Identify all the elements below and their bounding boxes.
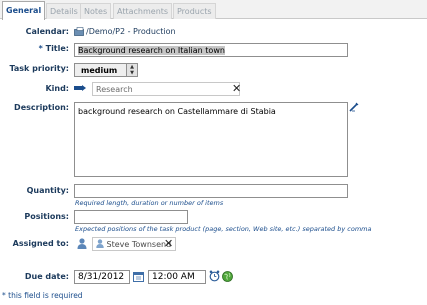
alarm-clock-icon[interactable] [209, 270, 220, 282]
quantity-label: Quantity: [26, 186, 69, 195]
description-value: background research on Castellammare di … [78, 107, 276, 116]
timezone-globe-icon[interactable] [222, 271, 233, 282]
assignee-person-icon [96, 239, 104, 248]
quantity-hint: Required length, duration or number of i… [75, 199, 224, 207]
calendar-icon[interactable] [133, 271, 144, 282]
updown-icon[interactable]: ▲ ▼ [126, 64, 137, 76]
tab-general[interactable]: General [2, 1, 46, 20]
tab-notes[interactable]: Notes [80, 3, 112, 19]
tab-products[interactable]: Products [173, 3, 216, 19]
kind-tag-icon [74, 85, 86, 91]
kind-value: Research [96, 85, 133, 94]
assigned-label: Assigned to: [12, 239, 69, 248]
title-label: * Title: [39, 44, 69, 53]
title-value: Background research on Italian town [78, 46, 225, 55]
due-date-input[interactable]: 8/31/2012 [74, 270, 130, 284]
due-time-input[interactable]: 12:00 AM [148, 270, 206, 284]
calendar-label: Calendar: [25, 27, 69, 36]
title-label-text: Title: [45, 44, 69, 53]
positions-label: Positions: [24, 212, 69, 221]
kind-field[interactable]: Research [92, 82, 240, 96]
due-label: Due date: [24, 272, 69, 281]
quantity-input[interactable] [74, 184, 348, 198]
positions-hint: Expected positions of the task product (… [75, 225, 372, 233]
assignee-remove-icon[interactable]: ✕ [164, 237, 173, 250]
kind-label: Kind: [45, 84, 69, 93]
tab-details[interactable]: Details [46, 3, 82, 19]
priority-select[interactable]: medium ▲ ▼ [74, 63, 138, 77]
required-note: * this field is required [2, 291, 83, 300]
priority-label: Task priority: [9, 64, 69, 73]
title-input[interactable]: Background research on Italian town [74, 43, 348, 57]
kind-clear-icon[interactable]: ✕ [232, 82, 241, 95]
description-label: Description: [14, 103, 69, 112]
tab-attachments[interactable]: Attachments [113, 3, 173, 19]
person-icon [77, 238, 87, 249]
calendar-folder-icon [74, 27, 84, 36]
edit-pencil-icon[interactable] [349, 102, 359, 112]
priority-value: medium [81, 66, 118, 75]
required-mark: * [38, 44, 43, 53]
calendar-path[interactable]: /Demo/P2 - Production [86, 27, 176, 36]
tab-bar: General Details Notes Attachments Produc… [0, 0, 427, 20]
assignee-name: Steve Townsend [106, 240, 172, 249]
positions-input[interactable] [74, 210, 188, 224]
description-textarea[interactable]: background research on Castellammare di … [74, 102, 348, 177]
